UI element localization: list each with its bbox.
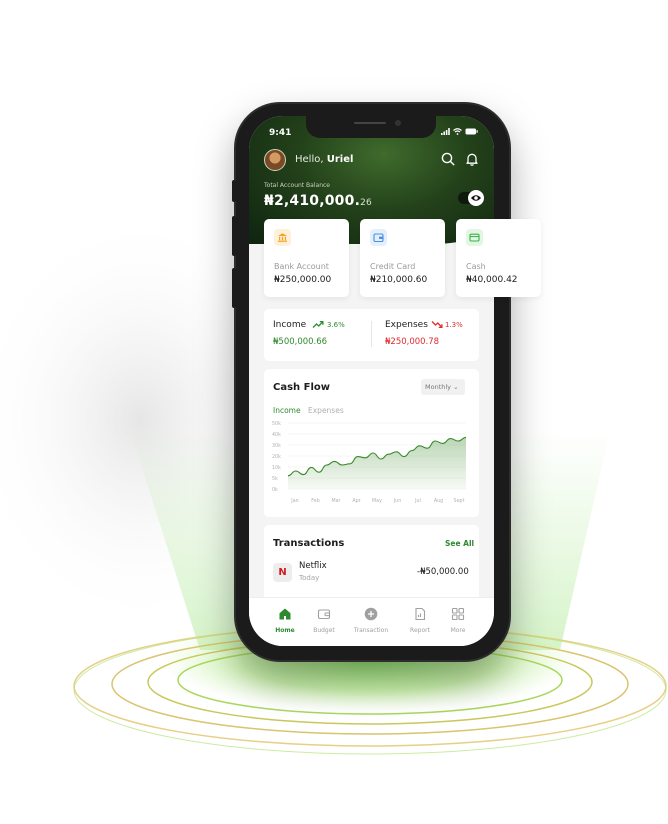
x-tick-label: Jul — [414, 498, 421, 504]
tab-budget[interactable]: Budget — [301, 598, 347, 646]
income-pct: 3.6% — [327, 321, 345, 329]
home-icon — [279, 608, 291, 620]
tab-transaction[interactable]: Transaction — [348, 598, 394, 646]
cash-flow-chart: 50k 40k 30k 20k 10k 5k 0k Jan Feb Mar Apr May Jun Jul… — [272, 421, 467, 504]
period-value: Monthly — [425, 383, 452, 391]
trend-down-icon — [431, 321, 443, 329]
income-label: Income — [273, 320, 307, 330]
y-tick-label: 5k — [272, 476, 278, 482]
x-tick-label: Apr — [352, 498, 360, 504]
plus-circle-icon — [364, 607, 378, 621]
transaction-date: Today — [299, 574, 320, 582]
tab-income[interactable]: Income — [273, 406, 301, 415]
bottom-tab-bar: Home Budget Transaction Report More — [249, 597, 494, 646]
tab-label: Transaction — [353, 627, 389, 634]
x-tick-label: Jan — [290, 498, 298, 504]
y-tick-label: 20k — [272, 454, 281, 460]
y-tick-label: 10k — [272, 465, 281, 471]
report-icon — [415, 607, 426, 621]
transactions-card: Transactions See All N Netflix Today -₦5… — [264, 525, 479, 607]
expenses-label: Expenses — [385, 320, 428, 330]
x-tick-label: May — [372, 498, 382, 504]
chevron-down-icon: ⌄ — [453, 383, 459, 391]
income-expense-card[interactable]: Income 3.6% ₦500,000.66 Expenses 1.3% ₦2… — [264, 309, 479, 361]
tab-more[interactable]: More — [435, 598, 481, 646]
transaction-amount: -₦50,000.00 — [417, 567, 469, 577]
expenses-value: ₦250,000.78 — [385, 337, 440, 347]
phone-side-button — [232, 216, 236, 256]
transaction-name: Netflix — [299, 561, 327, 571]
tab-expenses[interactable]: Expenses — [308, 406, 344, 415]
y-tick-label: 50k — [272, 421, 281, 427]
x-tick-label: Sept — [454, 498, 465, 504]
see-all-link[interactable]: See All — [445, 539, 474, 548]
x-tick-label: Aug — [434, 498, 443, 504]
screen-content: Income 3.6% ₦500,000.66 Expenses 1.3% ₦2… — [249, 116, 494, 646]
x-tick-label: Jun — [393, 498, 402, 504]
cash-flow-card: Cash Flow Monthly ⌄ Income Expenses 50k 4… — [264, 369, 479, 517]
divider — [371, 321, 372, 347]
x-tick-label: Feb — [311, 498, 320, 504]
income-value: ₦500,000.66 — [273, 337, 328, 347]
cash-flow-title: Cash Flow — [273, 382, 331, 393]
trend-up-icon — [312, 320, 324, 328]
y-tick-label: 40k — [272, 432, 281, 438]
phone-side-button — [232, 268, 236, 308]
phone-side-button — [232, 180, 236, 202]
grid-icon — [451, 607, 465, 621]
tab-label: Budget — [313, 627, 335, 634]
budget-icon — [317, 609, 331, 620]
transactions-title: Transactions — [273, 538, 345, 549]
expenses-pct: 1.3% — [445, 321, 463, 329]
tab-label: More — [450, 627, 466, 634]
x-tick-label: Mar — [331, 498, 340, 504]
y-tick-label: 0k — [272, 487, 278, 493]
period-dropdown[interactable]: Monthly ⌄ — [421, 379, 465, 395]
netflix-logo: N — [273, 563, 292, 582]
y-tick-label: 30k — [272, 443, 281, 449]
